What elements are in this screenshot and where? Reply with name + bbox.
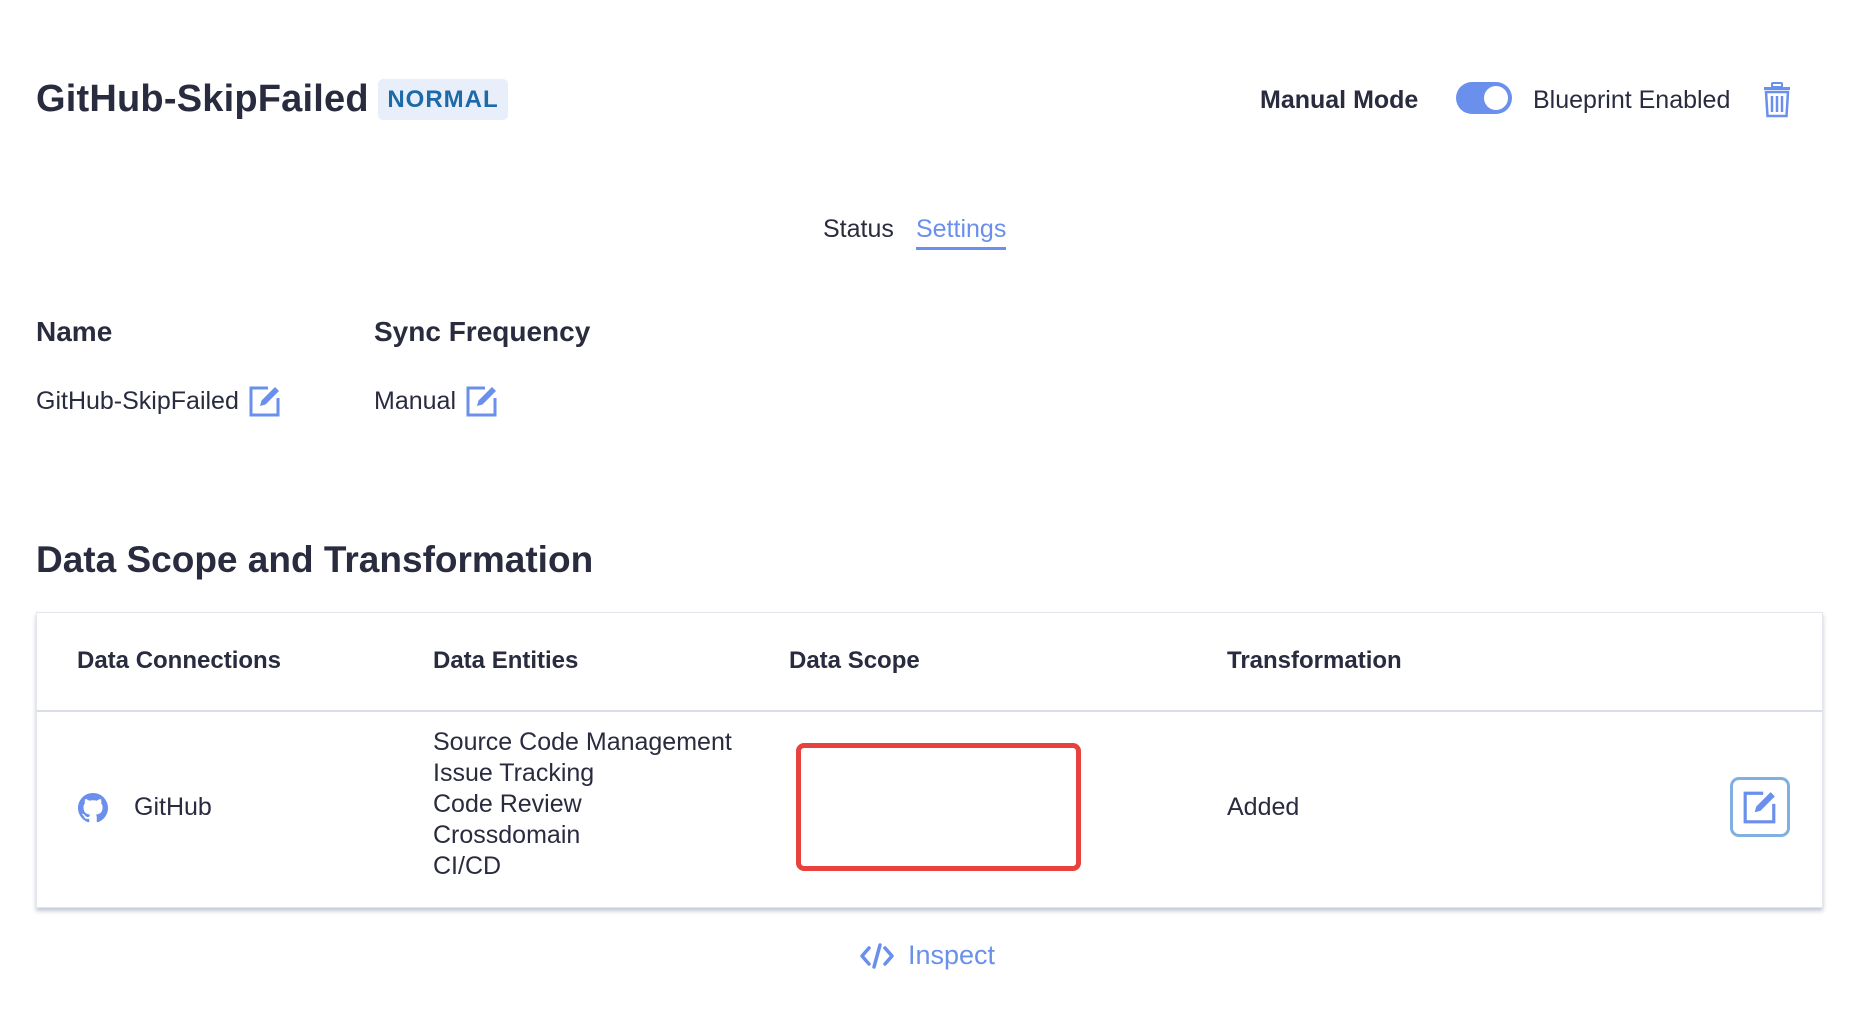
edit-transformation-button[interactable] [1730, 777, 1790, 837]
sync-frequency-value: Manual [374, 387, 456, 415]
data-scope-table: Data Connections Data Entities Data Scop… [36, 612, 1823, 908]
connection-name: GitHub [134, 793, 212, 821]
list-item: CI/CD [433, 852, 502, 880]
column-header-data-connections: Data Connections [77, 647, 282, 674]
inspect-label: Inspect [908, 940, 996, 970]
tab-status[interactable]: Status [823, 213, 894, 245]
sync-frequency-row: Manual [374, 384, 499, 418]
list-item: Issue Tracking [433, 759, 595, 787]
name-label: Name [36, 316, 113, 347]
sync-frequency-label: Sync Frequency [374, 316, 591, 347]
github-icon [78, 793, 108, 823]
page-title: GitHub-SkipFailed [36, 78, 369, 120]
list-item: Code Review [433, 790, 582, 818]
transformation-status: Added [1227, 793, 1300, 821]
manual-mode-link[interactable]: Manual Mode [1260, 84, 1418, 116]
column-header-data-scope: Data Scope [789, 647, 920, 674]
status-badge: NORMAL [378, 79, 508, 120]
table-header: Data Connections Data Entities Data Scop… [37, 613, 1822, 712]
tab-settings[interactable]: Settings [916, 213, 1007, 250]
inspect-button[interactable]: Inspect [860, 940, 995, 971]
blueprint-enabled-toggle[interactable] [1456, 82, 1512, 114]
blueprint-enabled-label: Blueprint Enabled [1533, 86, 1731, 114]
list-item: Source Code Management [433, 728, 732, 756]
column-header-data-entities: Data Entities [433, 647, 579, 674]
edit-sync-frequency-icon[interactable] [465, 384, 499, 418]
edit-name-icon[interactable] [248, 384, 282, 418]
section-title: Data Scope and Transformation [36, 539, 594, 580]
list-item: Crossdomain [433, 821, 581, 849]
data-scope-highlight [796, 743, 1081, 871]
code-icon [860, 942, 894, 969]
trash-icon[interactable] [1762, 82, 1792, 118]
toggle-knob [1484, 86, 1508, 110]
edit-icon [1743, 791, 1776, 824]
column-header-transformation: Transformation [1227, 647, 1402, 674]
name-value-row: GitHub-SkipFailed [36, 384, 282, 418]
name-value: GitHub-SkipFailed [36, 387, 239, 415]
data-entities-list: Source Code Management Issue Tracking Co… [433, 727, 732, 882]
